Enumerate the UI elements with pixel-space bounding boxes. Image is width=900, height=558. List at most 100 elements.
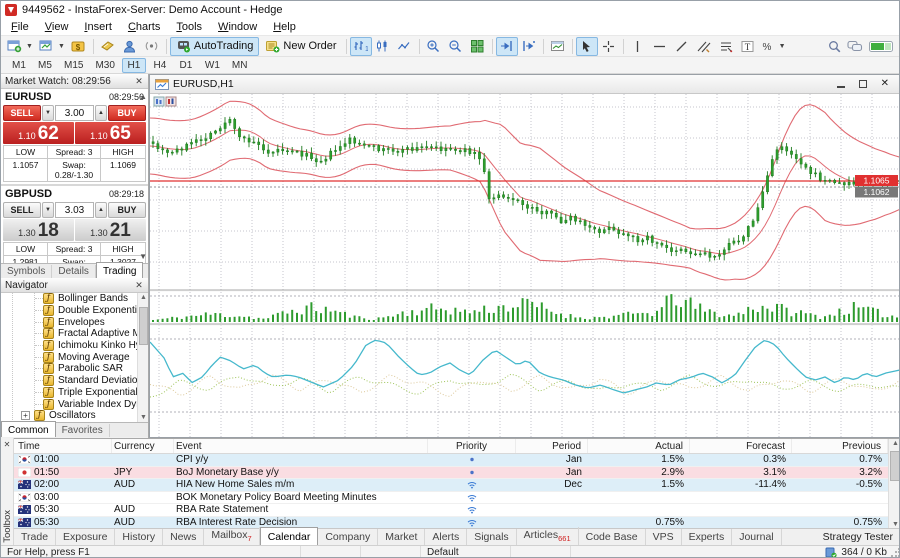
scroll-down-icon[interactable]: ▼ — [139, 252, 147, 261]
vertical-line-tool-button[interactable] — [627, 37, 649, 56]
tab-exposure[interactable]: Exposure — [56, 529, 115, 545]
arrows-tool-button[interactable]: % ▼ — [759, 37, 789, 56]
market-watch-tab-symbols[interactable]: Symbols — [1, 265, 52, 278]
timeframe-h1[interactable]: H1 — [122, 58, 146, 73]
scroll-down-icon[interactable]: ▼ — [892, 521, 899, 528]
buy-button[interactable]: BUY — [108, 105, 146, 121]
calendar-row[interactable]: 02:00AUDHIA New Home Sales m/mDec1.5%-11… — [14, 479, 888, 492]
expand-icon[interactable]: + — [21, 411, 30, 420]
market-watch-symbol-gbpusd[interactable]: GBPUSD08:29:18SELL▼3.03▲BUY1.30181.3021L… — [1, 186, 148, 263]
chart-shift-button[interactable] — [518, 37, 540, 56]
search-icon[interactable] — [828, 40, 841, 53]
scroll-up-icon[interactable]: ▲ — [140, 294, 147, 301]
column-header-previous[interactable]: Previous — [792, 439, 888, 453]
navigator-item-bollinger-bands[interactable]: ƒBollinger Bands — [1, 293, 148, 305]
column-header-actual[interactable]: Actual — [588, 439, 690, 453]
sell-button[interactable]: SELL — [3, 105, 41, 121]
navigator-item-triple-exponential-m[interactable]: ƒTriple Exponential M — [1, 387, 148, 399]
tab-alerts[interactable]: Alerts — [425, 529, 467, 545]
timeframe-m5[interactable]: M5 — [33, 58, 57, 73]
navigator-item-moving-average[interactable]: ƒMoving Average — [1, 351, 148, 363]
close-icon[interactable]: ✕ — [1, 440, 13, 449]
tile-windows-button[interactable] — [467, 37, 489, 56]
calendar-row[interactable]: 03:00BOK Monetary Policy Board Meeting M… — [14, 492, 888, 505]
text-tool-button[interactable]: T — [737, 37, 759, 56]
price-chart[interactable]: 1.10651.1062 — [150, 94, 900, 437]
tab-company[interactable]: Company — [318, 529, 378, 545]
timeframe-h4[interactable]: H4 — [148, 58, 172, 73]
minimize-icon[interactable] — [837, 86, 845, 88]
tab-experts[interactable]: Experts — [682, 529, 733, 545]
buy-button[interactable]: BUY — [108, 202, 146, 218]
close-icon[interactable]: ✕ — [134, 76, 144, 87]
cursor-tool-button[interactable] — [576, 37, 598, 56]
scroll-up-icon[interactable]: ▲ — [892, 440, 899, 447]
market-watch-tab-trading[interactable]: Trading — [96, 262, 144, 278]
tab-code-base[interactable]: Code Base — [579, 529, 646, 545]
column-header-forecast[interactable]: Forecast — [690, 439, 792, 453]
column-header-currency[interactable]: Currency — [112, 439, 174, 453]
timeframe-mn[interactable]: MN — [227, 58, 253, 73]
channel-tool-button[interactable] — [693, 37, 715, 56]
tab-trade[interactable]: Trade — [14, 529, 56, 545]
status-profile[interactable]: Default — [421, 546, 511, 558]
volume-input[interactable]: 3.03 — [55, 202, 94, 218]
horizontal-line-tool-button[interactable] — [649, 37, 671, 56]
menu-window[interactable]: Window — [210, 20, 265, 34]
sell-button[interactable]: SELL — [3, 202, 41, 218]
timeframe-m1[interactable]: M1 — [7, 58, 31, 73]
close-icon[interactable]: ✕ — [134, 280, 144, 291]
navigator-item-standard-deviation[interactable]: ƒStandard Deviation — [1, 375, 148, 387]
scroll-down-icon[interactable]: ▼ — [140, 414, 147, 421]
scrollbar-thumb[interactable] — [890, 451, 900, 481]
menu-insert[interactable]: Insert — [76, 20, 120, 34]
calendar-scrollbar[interactable]: ▲ ▼ — [888, 439, 900, 529]
bar-chart-mode-button[interactable]: 1 — [350, 37, 372, 56]
menu-charts[interactable]: Charts — [120, 20, 168, 34]
calendar-row[interactable]: 01:00CPI y/yJan1.5%0.3%0.7% — [14, 454, 888, 467]
navigator-item-envelopes[interactable]: ƒEnvelopes — [1, 316, 148, 328]
navigator-item-double-exponential[interactable]: ƒDouble Exponential — [1, 305, 148, 317]
tab-market[interactable]: Market — [378, 529, 425, 545]
navigator-scrollbar[interactable]: ▲ ▼ — [137, 293, 148, 422]
market-watch-symbol-eurusd[interactable]: EURUSD08:29:56SELL▼3.00▲BUY1.10621.1065L… — [1, 89, 148, 186]
auto-scroll-button[interactable] — [496, 37, 518, 56]
candlestick-mode-button[interactable] — [372, 37, 394, 56]
tab-mailbox[interactable]: Mailbox7 — [204, 527, 259, 545]
navigator-item-oscillators[interactable]: +ƒOscillators — [1, 410, 148, 422]
volume-increase-button[interactable]: ▲ — [95, 105, 107, 121]
new-chart-button[interactable]: ▼ — [4, 37, 36, 56]
navigator-tab-common[interactable]: Common — [1, 421, 56, 437]
scrollbar-thumb[interactable] — [139, 307, 148, 345]
autotrading-button[interactable]: AutoTrading — [170, 37, 260, 56]
market-watch-tab-details[interactable]: Details — [52, 265, 96, 278]
trendline-tool-button[interactable] — [671, 37, 693, 56]
scroll-up-icon[interactable]: ▲ — [139, 92, 147, 101]
tab-journal[interactable]: Journal — [732, 529, 781, 545]
community-button[interactable] — [119, 37, 141, 56]
chart-titlebar[interactable]: EURUSD,H1 ✕ — [150, 75, 900, 94]
column-header-event[interactable]: Event — [174, 439, 428, 453]
navigator-item-fractal-adaptive-mo[interactable]: ƒFractal Adaptive Mo — [1, 328, 148, 340]
timeframe-w1[interactable]: W1 — [200, 58, 225, 73]
maximize-icon[interactable] — [859, 80, 867, 88]
tab-news[interactable]: News — [163, 529, 204, 545]
profiles-button[interactable]: ▼ — [36, 37, 68, 56]
timeframe-d1[interactable]: D1 — [174, 58, 198, 73]
timeframe-m30[interactable]: M30 — [90, 58, 119, 73]
strategy-tester-label[interactable]: Strategy Tester — [815, 529, 900, 545]
volume-decrease-button[interactable]: ▼ — [42, 202, 54, 218]
quotes-button[interactable] — [97, 37, 119, 56]
zoom-in-button[interactable] — [423, 37, 445, 56]
menu-help[interactable]: Help — [265, 20, 304, 34]
tab-history[interactable]: History — [115, 529, 163, 545]
tab-vps[interactable]: VPS — [646, 529, 682, 545]
new-order-button[interactable]: New Order — [259, 37, 342, 56]
close-icon[interactable]: ✕ — [881, 79, 889, 89]
zoom-out-button[interactable] — [445, 37, 467, 56]
menu-file[interactable]: File — [3, 20, 37, 34]
column-header-time[interactable]: Time — [14, 439, 112, 453]
volume-decrease-button[interactable]: ▼ — [42, 105, 54, 121]
indicators-window-button[interactable] — [547, 37, 569, 56]
line-chart-mode-button[interactable] — [394, 37, 416, 56]
